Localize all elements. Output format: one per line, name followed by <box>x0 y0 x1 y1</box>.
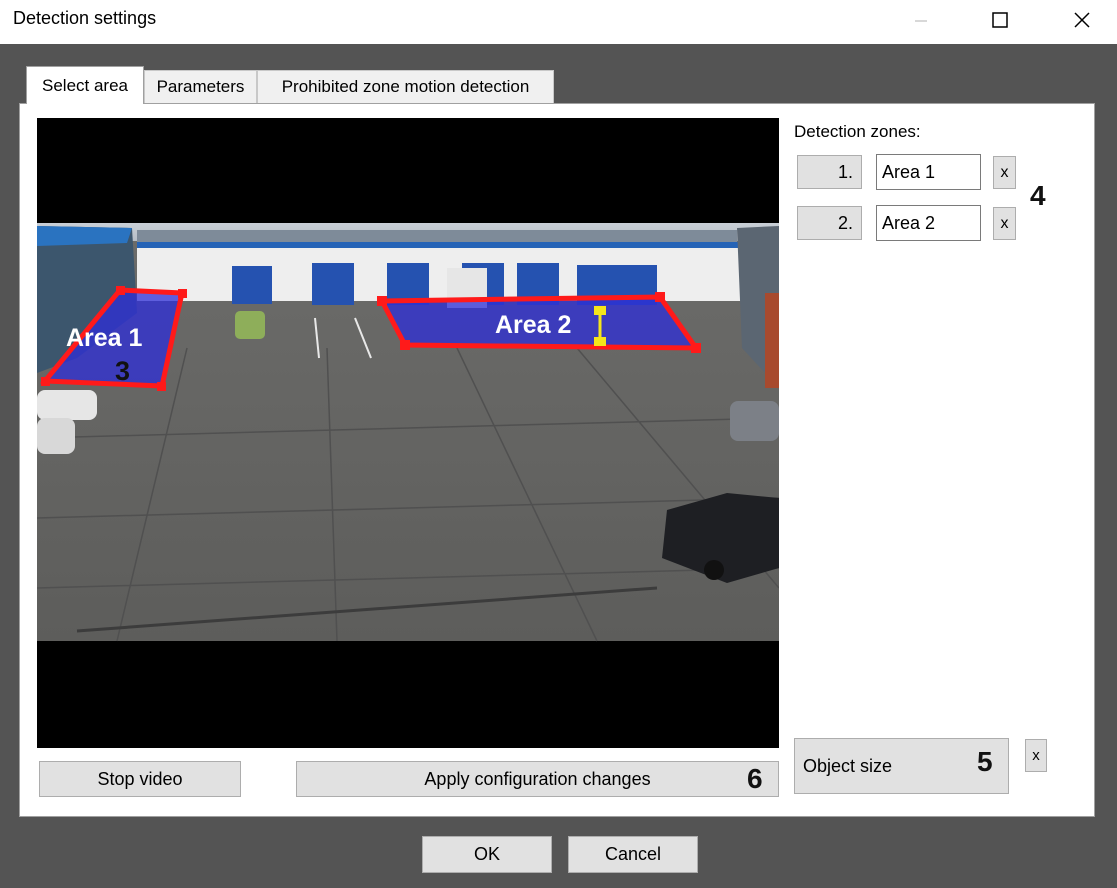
callout-3: 3 <box>115 356 130 386</box>
zone-2-name-input[interactable]: Area 2 <box>876 205 981 241</box>
close-icon <box>1074 12 1090 28</box>
minimize-icon <box>915 20 927 22</box>
callout-5: 5 <box>977 746 993 777</box>
title-bar: Detection settings <box>0 0 1117 44</box>
window-title: Detection settings <box>13 8 157 28</box>
callout-4: 4 <box>1030 180 1046 211</box>
cancel-button[interactable]: Cancel <box>568 836 698 873</box>
callout-6: 6 <box>747 763 763 794</box>
green-car <box>235 311 265 339</box>
gray-car <box>730 401 779 441</box>
ok-button[interactable]: OK <box>422 836 552 873</box>
tab-parameters[interactable]: Parameters <box>144 70 257 103</box>
stop-video-button[interactable]: Stop video <box>39 761 241 797</box>
tab-prohibited-zone[interactable]: Prohibited zone motion detection <box>257 70 554 103</box>
zone-1-label: Area 1 <box>66 324 143 352</box>
video-view[interactable]: Area 1 Area 2 3 <box>37 118 779 748</box>
detection-zones-label: Detection zones: <box>794 122 921 141</box>
object-size-remove-button[interactable]: x <box>1025 739 1047 772</box>
zone-2-remove-button[interactable]: x <box>993 207 1016 240</box>
zone-2-select-button[interactable]: 2. <box>797 206 862 240</box>
minimize-button[interactable] <box>898 0 944 40</box>
apply-changes-button[interactable]: Apply configuration changes <box>296 761 779 797</box>
maximize-icon <box>992 12 1008 28</box>
white-car-2 <box>37 418 75 454</box>
camera-frame: Area 1 Area 2 3 <box>37 223 779 642</box>
zone-1-name-input[interactable]: Area 1 <box>876 154 981 190</box>
object-size-label: Object size <box>803 755 893 776</box>
white-car <box>37 390 97 420</box>
zone-1-remove-button[interactable]: x <box>993 156 1016 189</box>
apply-changes-label: Apply configuration changes <box>424 768 651 789</box>
zone-1-select-button[interactable]: 1. <box>797 155 862 189</box>
zone-2-label: Area 2 <box>495 311 571 339</box>
tab-select-area[interactable]: Select area <box>26 66 144 104</box>
close-button[interactable] <box>1059 0 1105 40</box>
maximize-button[interactable] <box>977 0 1023 40</box>
